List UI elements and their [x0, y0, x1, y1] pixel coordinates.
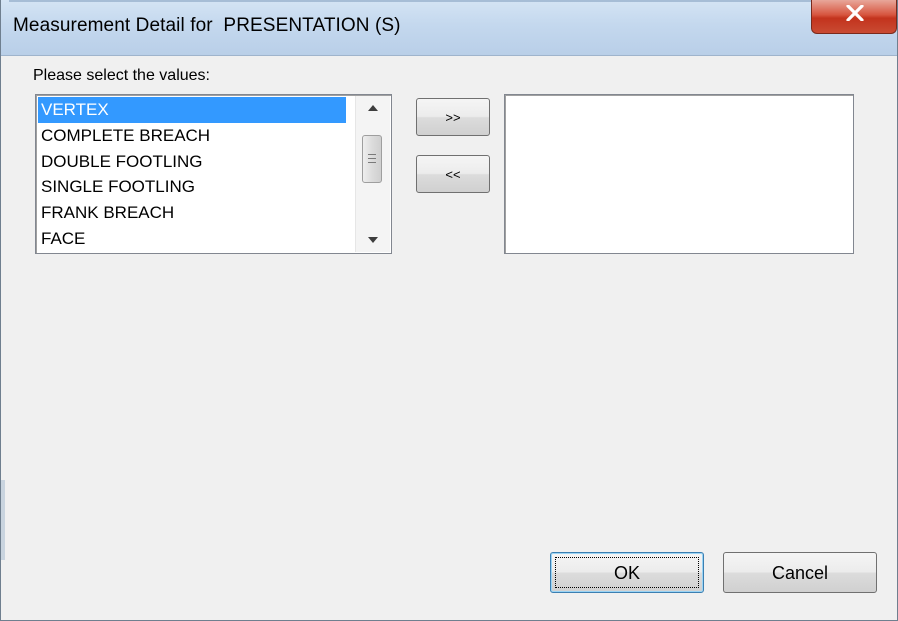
available-values-items: VERTEX COMPLETE BREACH DOUBLE FOOTLING S…: [38, 97, 346, 252]
measurement-detail-dialog: Measurement Detail for PRESENTATION (S) …: [0, 0, 898, 621]
grip-line: [368, 162, 376, 163]
triangle-up-icon: [368, 105, 378, 111]
list-item-face[interactable]: FACE: [38, 226, 346, 252]
focus-ring: [555, 557, 699, 588]
list-item-complete-breach[interactable]: COMPLETE BREACH: [38, 123, 346, 149]
remove-selected-button[interactable]: <<: [416, 155, 490, 193]
cancel-button[interactable]: Cancel: [723, 552, 877, 593]
list-item-double-footling[interactable]: DOUBLE FOOTLING: [38, 149, 346, 175]
grip-line: [368, 154, 376, 155]
triangle-down-icon: [368, 237, 378, 243]
scroll-up-button[interactable]: [356, 96, 390, 120]
selected-values-listbox[interactable]: [504, 94, 854, 254]
select-values-label: Please select the values:: [33, 67, 210, 84]
list-item-single-footling[interactable]: SINGLE FOOTLING: [38, 174, 346, 200]
add-selected-button[interactable]: >>: [416, 98, 490, 136]
list-item-frank-breach[interactable]: FRANK BREACH: [38, 200, 346, 226]
scroll-down-button[interactable]: [356, 228, 390, 252]
window-title: Measurement Detail for PRESENTATION (S): [13, 15, 401, 36]
grip-line: [368, 158, 376, 159]
title-bar[interactable]: Measurement Detail for PRESENTATION (S): [1, 0, 897, 56]
available-values-listbox[interactable]: VERTEX COMPLETE BREACH DOUBLE FOOTLING S…: [35, 94, 392, 254]
window-edge: [1, 480, 5, 560]
dialog-body: Please select the values: VERTEX COMPLET…: [9, 56, 889, 619]
close-button[interactable]: [811, 0, 897, 34]
ok-button[interactable]: OK: [550, 552, 704, 593]
scroll-thumb[interactable]: [362, 135, 382, 183]
vertical-scrollbar[interactable]: [355, 96, 390, 252]
list-item-vertex[interactable]: VERTEX: [38, 97, 346, 123]
close-x-icon: [846, 5, 864, 21]
